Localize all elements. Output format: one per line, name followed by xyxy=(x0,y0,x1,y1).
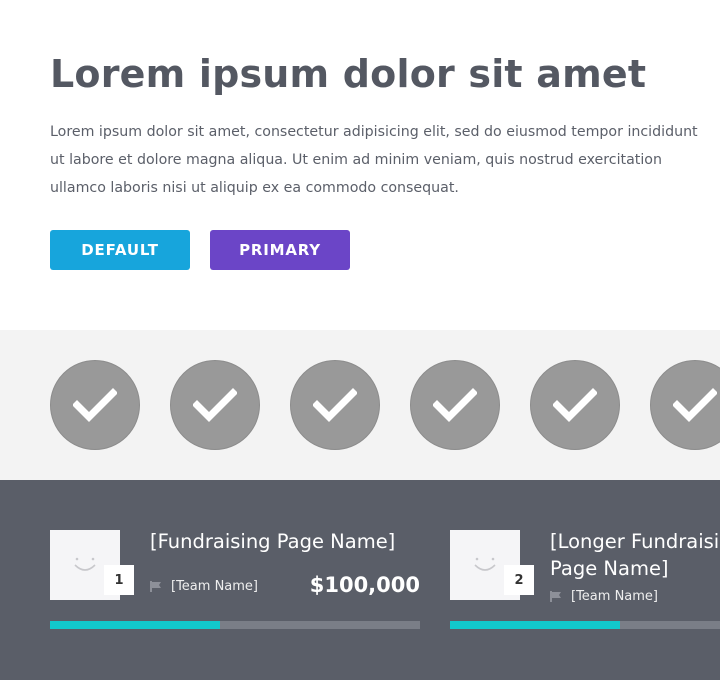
team-row[interactable]: [Team Name] xyxy=(550,589,658,604)
progress-bar xyxy=(450,621,720,629)
team-name: [Team Name] xyxy=(571,589,658,604)
check-icon xyxy=(673,388,717,422)
check-icon xyxy=(313,388,357,422)
leaderboard-section: 1 [Fundraising Page Name] [Team Name] $1… xyxy=(0,480,720,680)
flag-icon xyxy=(150,581,161,592)
progress-bar-fill xyxy=(450,621,621,629)
check-circle[interactable] xyxy=(50,360,140,450)
fundraiser-card[interactable]: 1 [Fundraising Page Name] [Team Name] $1… xyxy=(50,530,420,640)
progress-bar-fill xyxy=(50,621,221,629)
flag-icon xyxy=(550,591,561,602)
check-icon xyxy=(433,388,477,422)
smiley-face-icon xyxy=(74,557,96,571)
check-icon xyxy=(193,388,237,422)
progress-bar xyxy=(50,621,420,629)
check-circles-band xyxy=(0,330,720,480)
hero-section: Lorem ipsum dolor sit amet Lorem ipsum d… xyxy=(0,0,720,330)
rank-badge: 2 xyxy=(504,565,534,595)
primary-button[interactable]: PRIMARY xyxy=(210,230,350,270)
check-circle[interactable] xyxy=(530,360,620,450)
fundraiser-card[interactable]: 2 [Longer Fundraising Page Name] [Team N… xyxy=(450,530,720,640)
rank-badge: 1 xyxy=(104,565,134,595)
check-circle[interactable] xyxy=(290,360,380,450)
check-circle[interactable] xyxy=(170,360,260,450)
amount-raised: $100,000 xyxy=(309,573,420,597)
hero-title: Lorem ipsum dolor sit amet xyxy=(50,52,647,96)
default-button[interactable]: DEFAULT xyxy=(50,230,190,270)
fundraising-page-name[interactable]: [Fundraising Page Name] xyxy=(150,528,450,555)
hero-body: Lorem ipsum dolor sit amet, consectetur … xyxy=(50,124,698,196)
check-icon xyxy=(553,388,597,422)
check-circle[interactable] xyxy=(410,360,500,450)
team-name: [Team Name] xyxy=(171,579,258,594)
smiley-face-icon xyxy=(474,557,496,571)
team-row[interactable]: [Team Name] xyxy=(150,579,258,594)
fundraising-page-name[interactable]: [Longer Fundraising Page Name] xyxy=(550,528,720,582)
check-icon xyxy=(73,388,117,422)
check-circle[interactable] xyxy=(650,360,720,450)
